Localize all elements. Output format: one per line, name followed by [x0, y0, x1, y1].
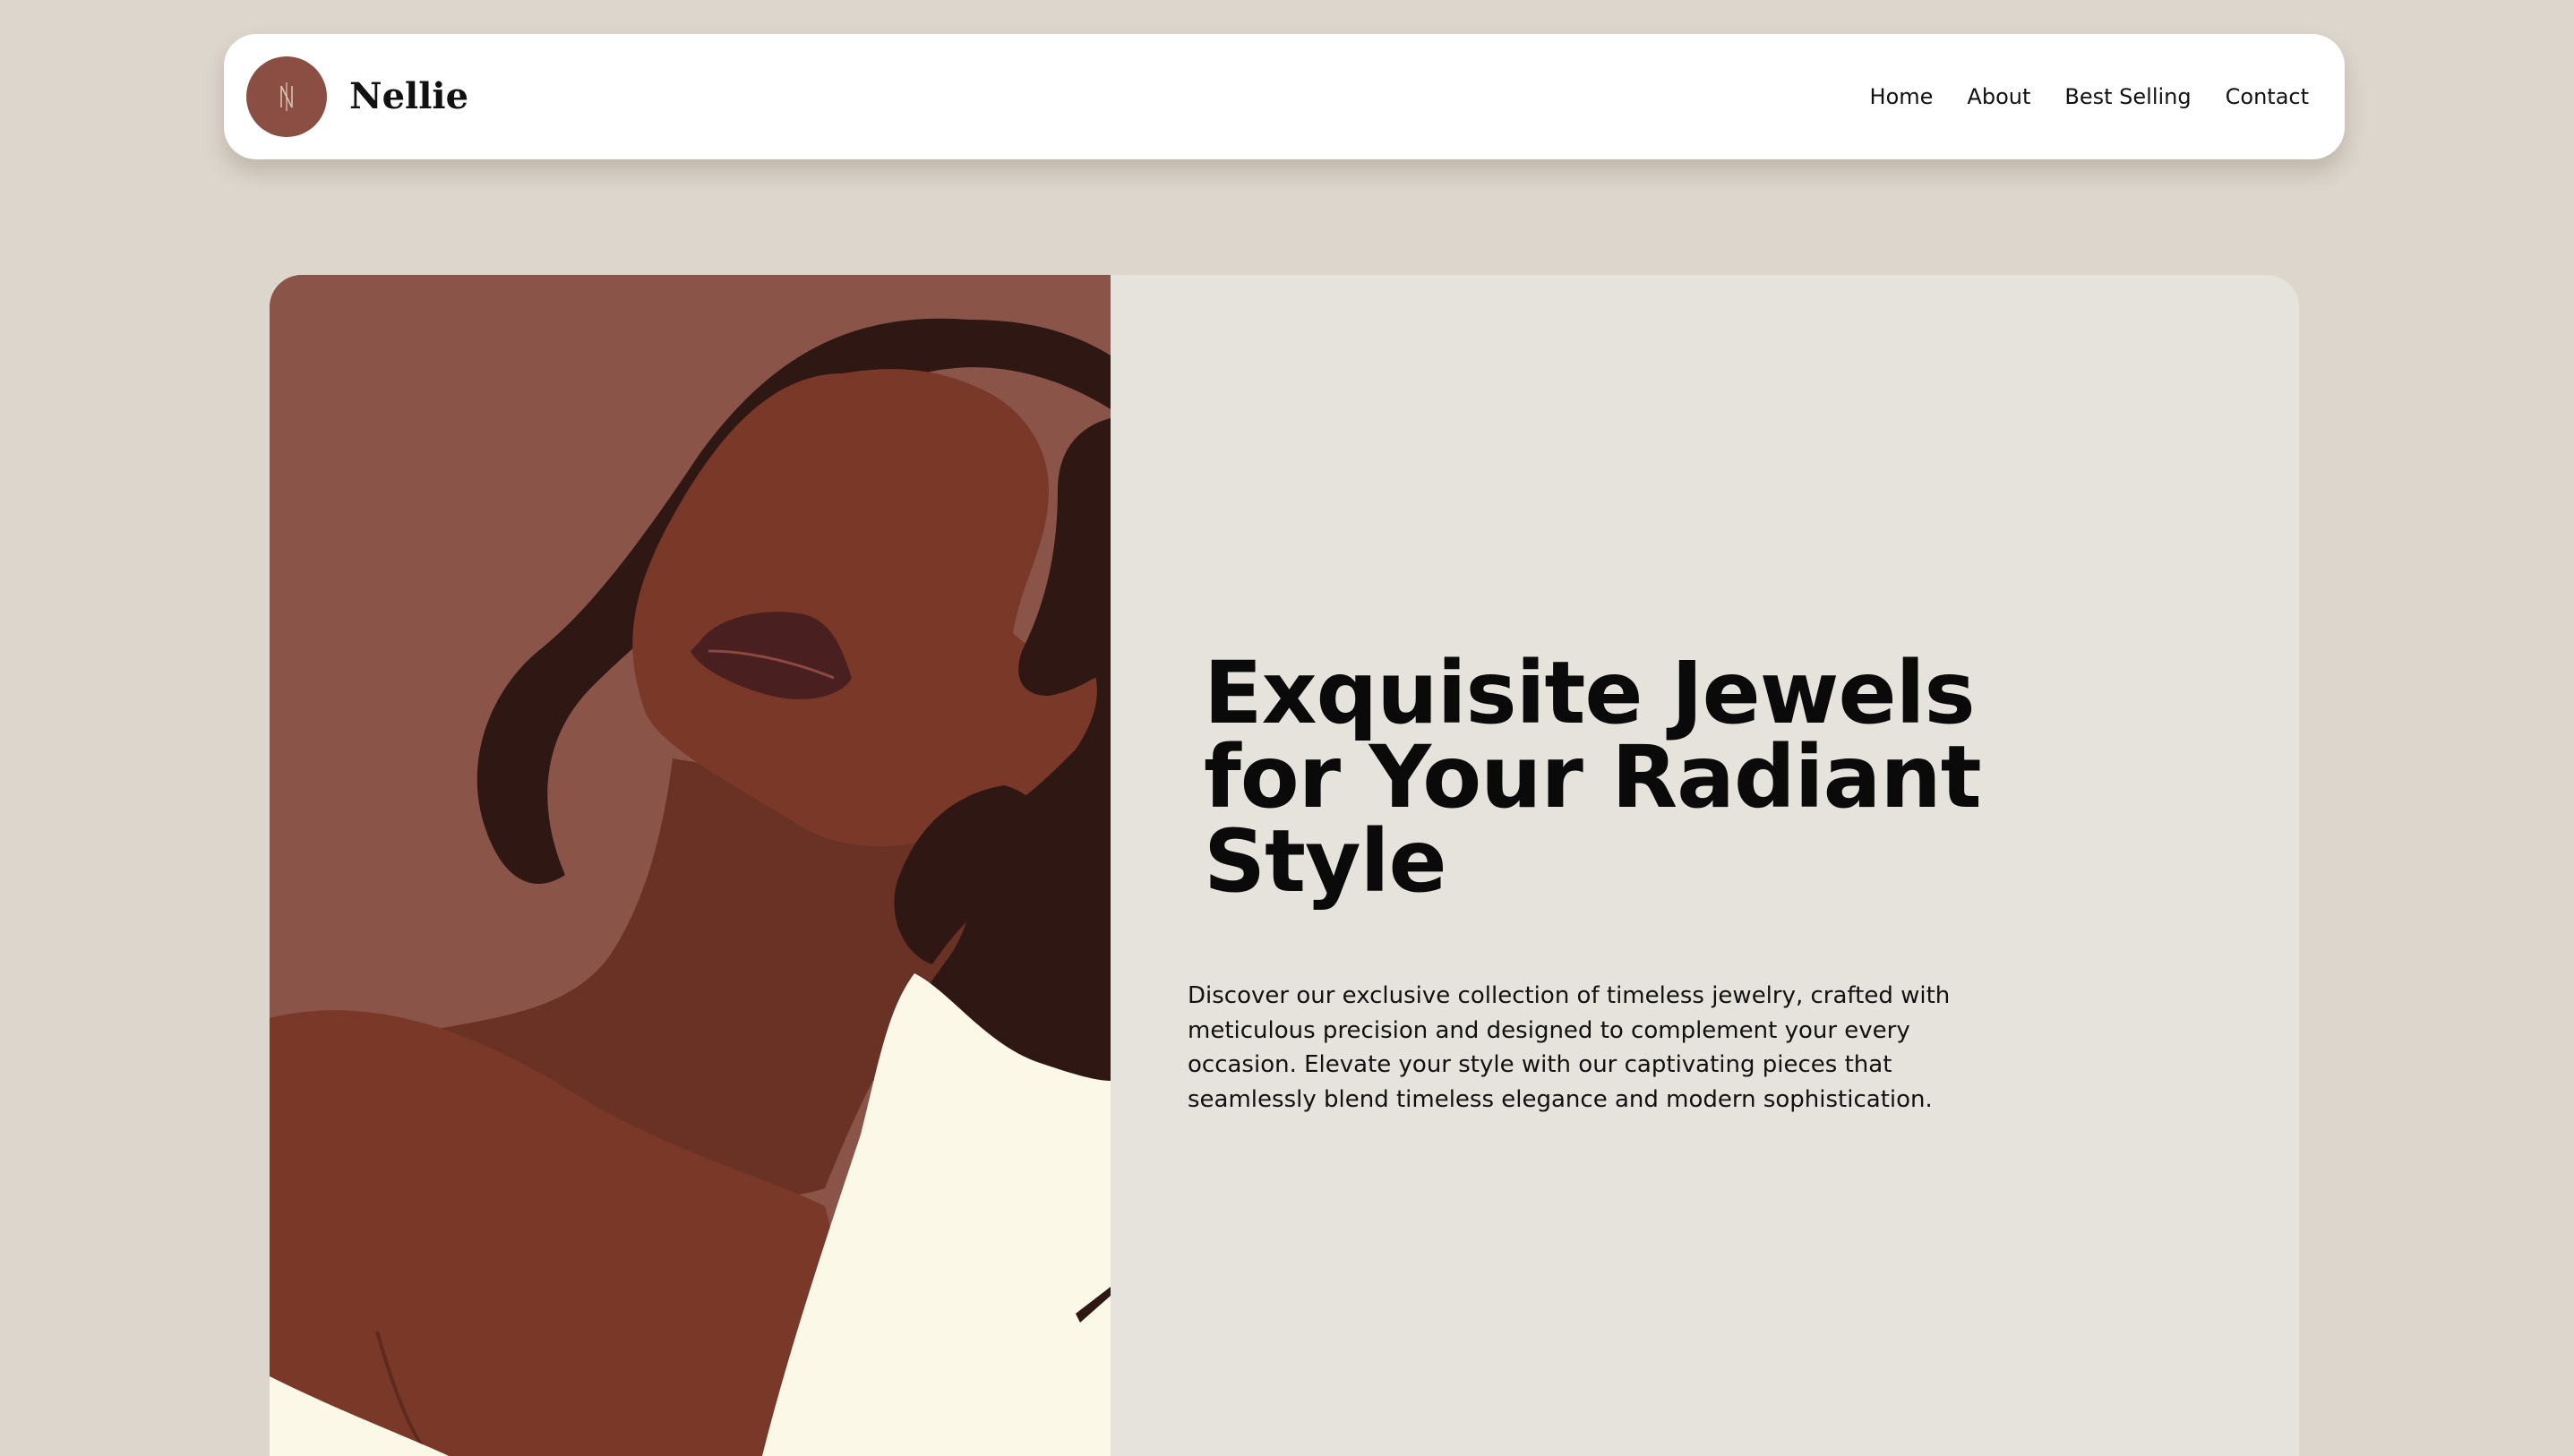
hero-description: Discover our exclusive collection of tim… — [1188, 982, 1951, 1113]
portrait-svg — [270, 275, 1111, 1456]
brand-logo[interactable] — [246, 56, 327, 137]
woman-portrait-illustration — [270, 275, 1111, 1456]
nav-item-about[interactable]: About — [1967, 84, 2030, 109]
hero-title: Exquisite Jewels for Your Radiant Style — [1204, 643, 1982, 912]
nav-item-best-selling[interactable]: Best Selling — [2064, 84, 2191, 109]
nav-item-contact[interactable]: Contact — [2226, 84, 2309, 109]
brand-name[interactable]: Nellie — [349, 70, 468, 124]
hero-section: Exquisite Jewels for Your Radiant Style … — [270, 275, 2299, 1456]
needle-monogram-icon — [280, 82, 293, 111]
nav-item-home[interactable]: Home — [1870, 84, 1934, 109]
main-nav: Home About Best Selling Contact — [1836, 34, 2309, 159]
top-navbar: Nellie Home About Best Selling Contact — [224, 34, 2345, 159]
